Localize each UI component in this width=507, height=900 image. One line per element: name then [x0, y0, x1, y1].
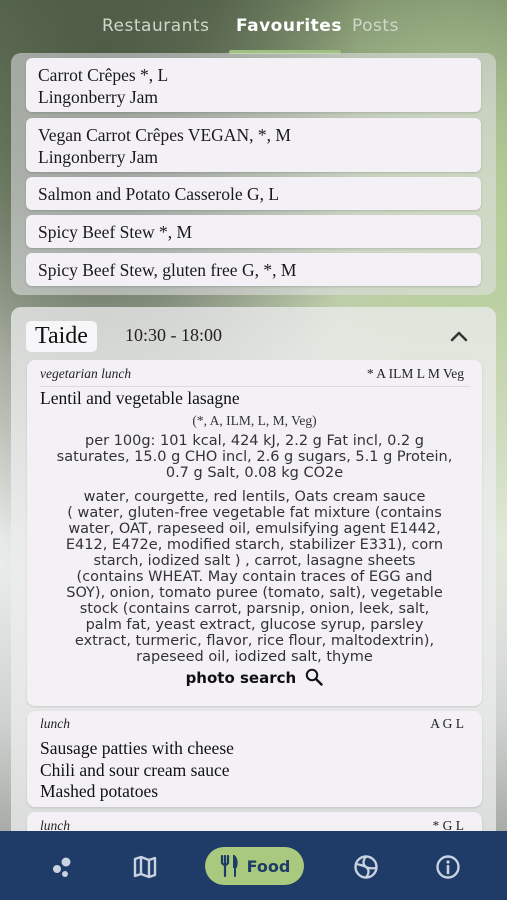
top-tabs: Restaurants Favourites Posts: [0, 12, 507, 56]
diet-codes: * A ILM L M Veg: [366, 366, 464, 381]
favourites-group: Carrot Crêpes *, L Lingonberry Jam Vegan…: [11, 53, 496, 295]
item-line: Carrot Crêpes *, L: [38, 65, 169, 85]
collapse-chevron-icon[interactable]: [450, 327, 468, 346]
ingredient-line: starch, iodized salt ) , carrot, lasagne…: [93, 553, 416, 569]
ingredients: water, courgette, red lentils, Oats crea…: [27, 489, 482, 665]
item-line: Lingonberry Jam: [38, 87, 159, 107]
item-line: Vegan Carrot Crêpes VEGAN, *, M: [38, 125, 291, 145]
food-tab[interactable]: Food: [205, 847, 304, 885]
photo-search-label: photo search: [185, 669, 297, 687]
dish-name: Lentil and vegetable lasagne: [40, 388, 240, 408]
opening-hours: 10:30 - 18:00: [125, 325, 222, 345]
diet-codes: A G L: [430, 716, 464, 731]
ingredient-line: rapeseed oil, iodized salt, thyme: [136, 649, 373, 665]
ingredient-line: water, courgette, red lentils, Oats crea…: [83, 489, 426, 505]
favourite-item[interactable]: Spicy Beef Stew *, M: [26, 215, 481, 248]
ingredient-line: (contains WHEAT. May contain traces of E…: [76, 569, 433, 585]
favourite-item[interactable]: Carrot Crêpes *, L Lingonberry Jam: [26, 58, 481, 112]
ball-icon[interactable]: [352, 853, 380, 881]
dish-name: Sausage patties with cheese: [40, 738, 234, 758]
tab-posts[interactable]: Posts: [352, 16, 399, 36]
item-line: Lingonberry Jam: [38, 147, 159, 167]
favourite-item[interactable]: Vegan Carrot Crêpes VEGAN, *, M Lingonbe…: [26, 118, 481, 172]
food-tab-label: Food: [246, 856, 291, 876]
ingredient-line: ( water, gluten-free vegetable fat mixtu…: [67, 505, 442, 521]
ingredient-line: palm fat, yeast extract, glucose syrup, …: [85, 617, 424, 633]
divider: [40, 386, 470, 387]
tab-restaurants[interactable]: Restaurants: [102, 16, 209, 36]
item-line: Spicy Beef Stew *, M: [38, 222, 193, 242]
dish-list: Sausage patties with cheese Chili and so…: [40, 738, 234, 803]
dish-codes: (*, A, ILM, L, M, Veg): [192, 413, 317, 428]
search-icon: [305, 668, 324, 690]
nutrition-line: saturates, 15.0 g CHO incl, 2.6 g sugars…: [56, 449, 453, 465]
menu-category: lunch: [40, 716, 70, 731]
ingredient-line: E412, E472e, modified starch, stabilizer…: [65, 537, 444, 553]
restaurant-name: Taide: [26, 321, 97, 352]
dots-icon[interactable]: [49, 853, 77, 881]
dish-name: Chili and sour cream sauce: [40, 759, 230, 780]
ingredient-line: SOY), onion, tomato puree (tomato, salt)…: [66, 585, 443, 601]
menu-card: lunch A G L Sausage patties with cheese …: [27, 711, 482, 807]
tab-favourites[interactable]: Favourites: [236, 16, 342, 36]
bottom-nav: Food: [0, 831, 507, 900]
item-line: Salmon and Potato Casserole G, L: [38, 184, 280, 204]
photo-search-button[interactable]: photo search: [27, 668, 482, 690]
info-icon[interactable]: [434, 853, 462, 881]
dish-name: Mashed potatoes: [40, 781, 159, 801]
nutrition-line: 0.7 g Salt, 0.08 kg CO2e: [165, 465, 344, 481]
nutrition-info: per 100g: 101 kcal, 424 kJ, 2.2 g Fat in…: [27, 433, 482, 481]
ingredient-line: water, OAT, rapeseed oil, emulsifying ag…: [68, 521, 441, 537]
fork-knife-icon: [220, 855, 238, 877]
nutrition-line: per 100g: 101 kcal, 424 kJ, 2.2 g Fat in…: [84, 433, 424, 449]
ingredient-line: extract, turmeric, flavor, rice flour, m…: [74, 633, 435, 649]
menu-category: vegetarian lunch: [40, 366, 132, 381]
map-icon[interactable]: [131, 853, 159, 881]
menu-card: vegetarian lunch * A ILM L M Veg Lentil …: [27, 360, 482, 706]
restaurant-section: Taide 10:30 - 18:00 vegetarian lunch * A…: [11, 307, 496, 852]
ingredient-line: stock (contains carrot, parsnip, onion, …: [79, 601, 430, 617]
favourite-item[interactable]: Spicy Beef Stew, gluten free G, *, M: [26, 253, 481, 286]
favourite-item[interactable]: Salmon and Potato Casserole G, L: [26, 177, 481, 210]
item-line: Spicy Beef Stew, gluten free G, *, M: [38, 260, 297, 280]
